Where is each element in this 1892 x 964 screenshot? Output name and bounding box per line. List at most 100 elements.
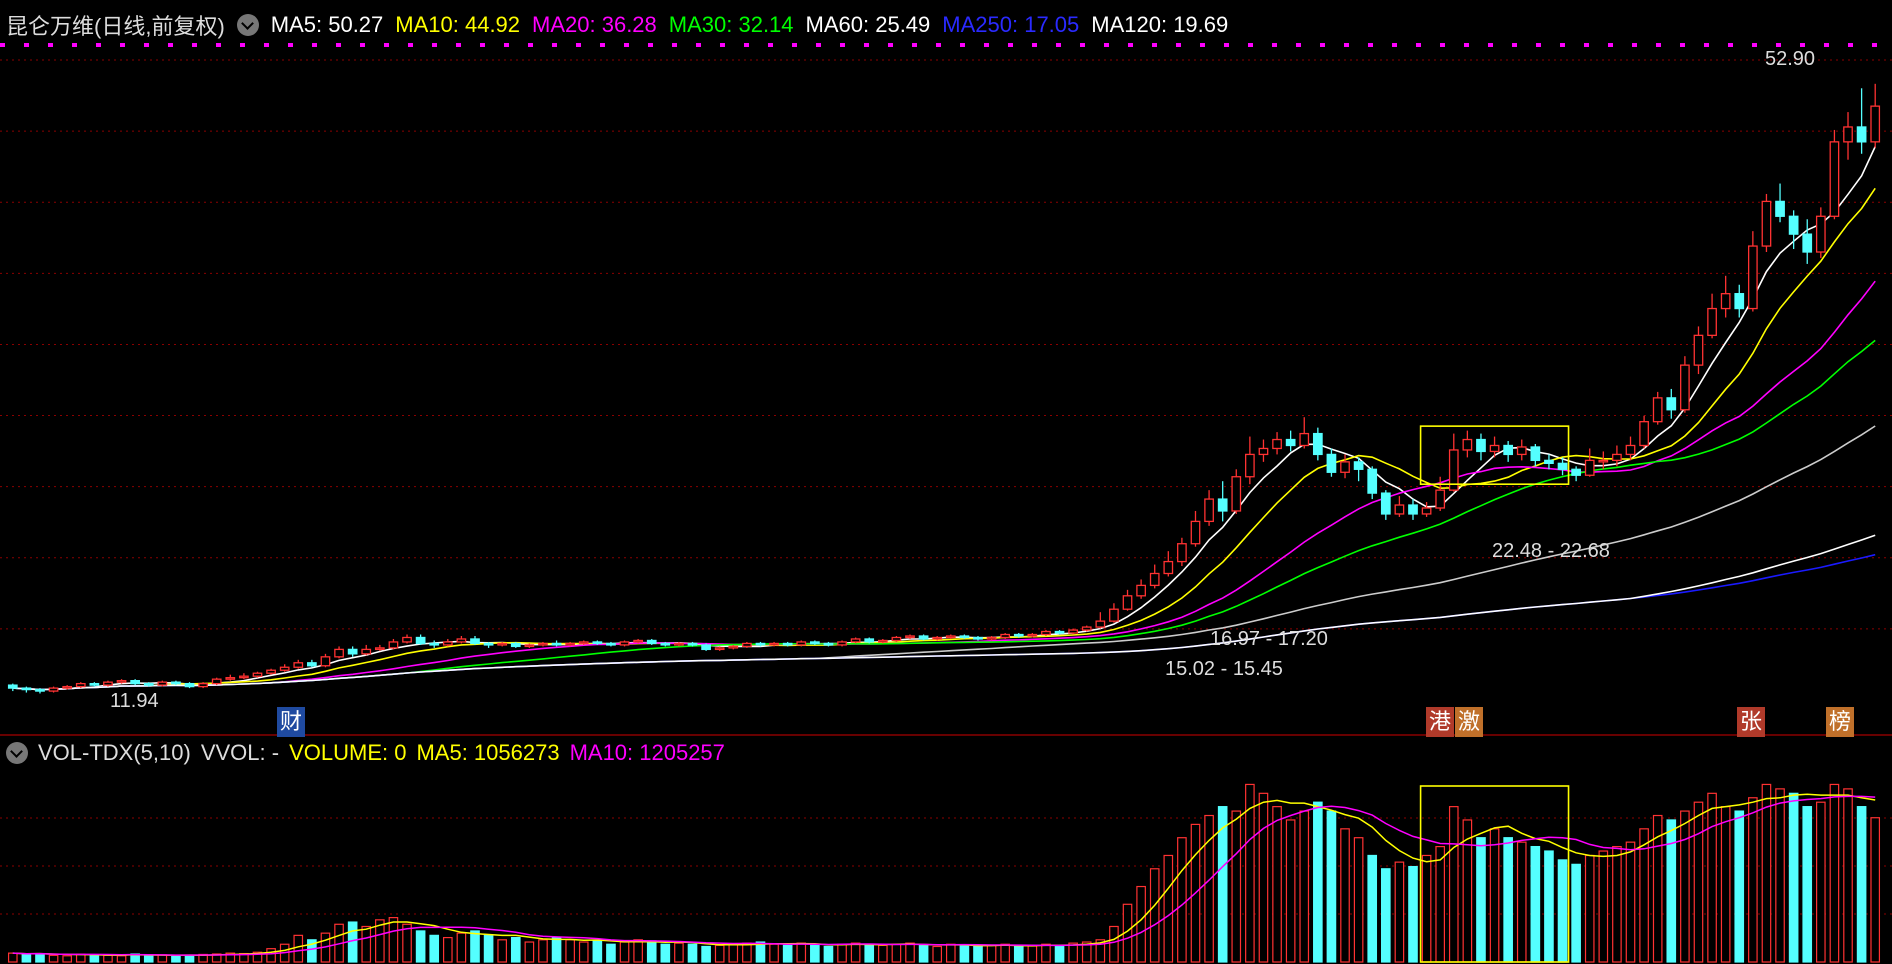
candle-body [1000,633,1011,639]
volume-bar [1068,942,1078,963]
volume-bar [1000,943,1010,963]
dropdown-icon[interactable] [6,742,28,764]
candle-body [157,681,168,686]
candle-body [1747,245,1758,310]
volume-bar [62,955,72,963]
candle-body [1258,447,1269,456]
candle-body [1380,492,1391,515]
candle-body [1081,626,1092,631]
event-marker-zhang[interactable]: 张 [1737,707,1766,737]
volume-bar [1163,854,1174,963]
volume-bar [7,952,18,963]
candle-body [1149,572,1160,587]
volume-bar [293,934,304,963]
candle-body [646,639,657,645]
volume-bar [1516,841,1527,963]
volume-bar [1421,854,1432,963]
candle-body [143,682,154,686]
candle-body [1272,438,1282,450]
volume-bar [1299,810,1310,963]
vol-ma10-label: MA10: 1205257 [569,740,725,765]
volume-bar [660,943,671,963]
volume-bar [1353,837,1364,963]
candle-body [1815,215,1826,253]
candle-body [918,635,929,640]
candle-body [1598,459,1609,463]
candle-body [21,687,32,691]
candle-body [1013,633,1024,637]
candle-body [1761,200,1772,247]
volume-bar [932,945,943,963]
candle-body [456,638,467,643]
candle-body [1204,498,1214,523]
candle-body [1503,444,1514,456]
high-price-label: 52.90 [1765,48,1816,70]
volume-bar [266,948,276,963]
volume-bar [1313,801,1323,963]
candle-body [1788,215,1799,235]
volume-bar [701,945,711,963]
candle-body [1557,462,1568,470]
volume-bar [1503,837,1513,963]
volume-bar [1448,806,1459,963]
volume-bar [619,941,630,963]
volume-bar [1380,868,1391,963]
volume-bar [1571,863,1581,963]
range-label-1: 16.97 - 17.20 [1210,628,1328,650]
candle-body [714,647,725,651]
volume-bar [878,944,888,963]
volume-bar [184,954,195,963]
candle-body [225,677,236,680]
volume-bar [1530,845,1541,963]
volume-bar [1149,868,1160,963]
event-marker-cai[interactable]: 财 [277,707,306,737]
volume-bar [1788,792,1799,963]
candle-body [1666,397,1677,411]
candle-body [905,635,915,639]
candle-body [1870,105,1881,143]
volume-indicator-name[interactable]: VOL-TDX(5,10) [38,740,191,766]
candle-body [619,641,630,646]
volume-bar [973,945,983,963]
volume-bar [1693,801,1704,963]
candle-body [483,642,494,646]
event-marker-bang[interactable]: 榜 [1826,707,1855,737]
candle-body [184,682,195,688]
dropdown-icon[interactable] [236,14,259,36]
volume-bar [1680,810,1690,963]
volume-bar [592,940,603,963]
volume-bar [470,930,480,963]
candle-body [877,639,888,643]
volume-bar [1816,801,1826,963]
volume-bar [483,934,494,963]
event-marker-ji[interactable]: 激 [1455,707,1484,737]
candle-body [823,642,834,646]
volume-bar [1258,792,1269,963]
volume-bar [89,954,100,963]
vol-ma5-label: MA5: 1056273 [416,740,560,765]
candle-body [320,656,331,667]
candle-body [1802,233,1813,253]
volume-bar [388,917,399,963]
candle-body [334,648,344,658]
volume-bar [782,944,793,963]
candle-body [551,642,562,646]
volume-bar [1720,806,1731,963]
candle-body [538,642,548,646]
candle-body [524,644,535,648]
volume-bar [742,942,752,963]
volume-bar [687,943,698,963]
candle-body [130,680,141,685]
ma10-label: MA10: 44.92 [395,12,521,37]
candle-body [1734,293,1745,310]
candle-body [1775,200,1785,217]
candle-body [1625,444,1636,456]
event-marker-gang[interactable]: 港 [1426,707,1455,737]
volume-bar [578,941,589,963]
candle-body [252,672,263,677]
candle-body [1136,584,1146,597]
volume-bar [1748,797,1758,963]
volume-bar [1489,828,1500,963]
candle-body [1843,126,1853,143]
volume-bar [1285,819,1296,963]
